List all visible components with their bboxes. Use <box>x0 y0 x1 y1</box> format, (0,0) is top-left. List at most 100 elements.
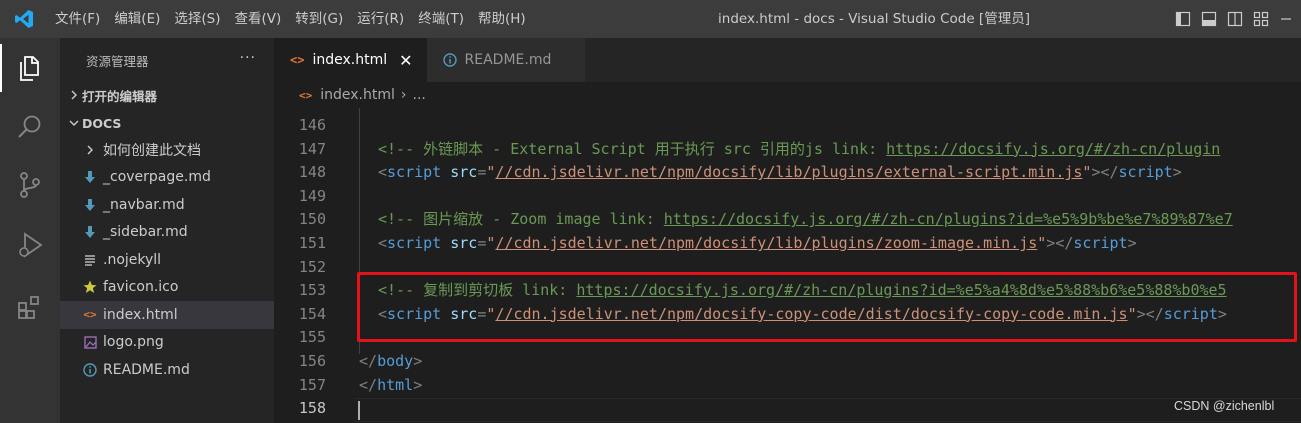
tree-item[interactable]: logo.png <box>60 329 274 357</box>
breadcrumb-more[interactable]: ... <box>413 87 426 103</box>
menu-item[interactable]: 转到(G) <box>288 6 350 32</box>
explorer-icon[interactable] <box>0 44 60 92</box>
tree-item-label: index.html <box>103 306 178 323</box>
run-debug-icon[interactable] <box>0 221 60 269</box>
menu-item[interactable]: 运行(R) <box>350 6 411 32</box>
tree-item[interactable]: <> index.html <box>60 301 274 329</box>
code-editor[interactable]: 146 147 <!-- 外链脚本 - External Script 用于执行 s… <box>274 108 1301 423</box>
workspace-section[interactable]: DOCS <box>60 110 274 136</box>
script-src-value: //cdn.jsdelivr.net/npm/docsify/lib/plugi… <box>495 163 1083 182</box>
tree-item[interactable]: _coverpage.md <box>60 164 274 192</box>
close-icon[interactable]: ✕ <box>399 51 412 70</box>
code-line: 148 <script src="//cdn.jsdelivr.net/npm/d… <box>274 161 1301 185</box>
info-icon <box>442 53 457 67</box>
tree-item[interactable]: 如何创建此文档 <box>60 136 274 164</box>
title-bar: 文件(F) 编辑(E) 选择(S) 查看(V) 转到(G) 运行(R) 终端(T) 帮助(H)… <box>0 0 1301 38</box>
code-line: 151 <script src="//cdn.jsdelivr.net/npm/d… <box>274 232 1301 256</box>
tree-item-label: logo.png <box>103 334 164 351</box>
tab-index-html[interactable]: <> index.html ✕ <box>274 38 427 82</box>
tree-item-label: _sidebar.md <box>103 224 188 241</box>
toggle-panel-icon[interactable] <box>1201 11 1217 27</box>
tree-item[interactable]: .nojekyll <box>60 246 274 274</box>
tag-bracket: > <box>1172 163 1182 182</box>
tag-bracket: ></ <box>1091 163 1119 182</box>
code-line: 157 </html> <box>274 374 1301 398</box>
menu-item[interactable]: 文件(F) <box>48 6 107 32</box>
open-editors-label: 打开的编辑器 <box>82 88 158 104</box>
breadcrumb: <> index.html › ... <box>274 82 1301 108</box>
attribute-name: src <box>441 234 478 252</box>
workspace-label: DOCS <box>82 115 122 131</box>
layout-controls <box>1175 0 1269 38</box>
explorer-sidebar: 资源管理器 ··· 打开的编辑器 DOCS 如何创建此文档 _coverpage.… <box>60 38 274 423</box>
info-icon <box>80 363 100 377</box>
tag-name: script <box>387 163 442 182</box>
tree-item-label: _navbar.md <box>103 196 185 213</box>
line-number: 157 <box>298 375 326 394</box>
watermark: CSDN @zichenlbl <box>1174 399 1275 413</box>
breadcrumb-file[interactable]: index.html <box>320 87 395 103</box>
tag-bracket: </ <box>359 375 378 394</box>
tree-item-label: README.md <box>103 361 190 378</box>
code-text: </html> <box>359 374 422 398</box>
tree-item-label: 如何创建此文档 <box>103 142 201 159</box>
star-icon <box>80 280 100 294</box>
activity-bar <box>0 38 60 423</box>
line-number: 151 <box>298 234 326 252</box>
menu-item[interactable]: 选择(S) <box>167 6 227 32</box>
menu-item[interactable]: 查看(V) <box>228 6 289 32</box>
sidebar-header: 资源管理器 ··· <box>60 38 274 82</box>
customize-layout-icon[interactable] <box>1253 11 1269 27</box>
line-number: 147 <box>298 139 326 158</box>
tab-readme-md[interactable]: README.md <box>426 38 587 82</box>
line-number: 150 <box>298 210 326 229</box>
tag-bracket: </ <box>359 352 378 370</box>
line-number: 152 <box>298 257 326 276</box>
source-control-icon[interactable] <box>0 161 60 209</box>
line-number: 154 <box>298 304 326 323</box>
menu-item[interactable]: 终端(T) <box>411 6 471 32</box>
more-actions-icon[interactable]: ··· <box>240 50 256 66</box>
code-line: 158 <box>274 397 1301 421</box>
extensions-icon[interactable] <box>0 284 60 332</box>
chevron-right-icon <box>80 145 100 155</box>
toggle-secondary-sidebar-icon[interactable] <box>1227 11 1243 27</box>
toggle-primary-sidebar-icon[interactable] <box>1175 11 1191 27</box>
script-src-value: //cdn.jsdelivr.net/npm/docsify/lib/plugi… <box>495 234 1038 252</box>
tag-bracket: > <box>1127 234 1137 252</box>
tab-label: index.html <box>312 52 388 68</box>
editor-tabs: <> index.html ✕ README.md <box>274 38 1301 82</box>
search-icon[interactable] <box>0 103 60 151</box>
menu-item[interactable]: 编辑(E) <box>107 6 167 32</box>
menu-item[interactable]: 帮助(H) <box>471 6 533 32</box>
image-icon <box>80 336 100 349</box>
tree-item[interactable]: _sidebar.md <box>60 219 274 247</box>
window-title: index.html - docs - Visual Studio Code [… <box>718 11 1030 27</box>
code-line: 156 </body> <box>274 350 1301 374</box>
tree-item-label: _coverpage.md <box>103 169 211 186</box>
string-quote: " <box>1037 234 1047 252</box>
line-number: 148 <box>298 163 326 182</box>
chevron-down-icon <box>66 118 82 128</box>
open-editors-section[interactable]: 打开的编辑器 <box>60 82 274 108</box>
file-tree: 如何创建此文档 _coverpage.md _navbar.md _sidebar.m… <box>60 136 274 384</box>
tree-item[interactable]: favicon.ico <box>60 274 274 302</box>
tag-name: script <box>387 234 442 252</box>
minimize-button[interactable] <box>1271 0 1301 38</box>
vscode-logo-icon <box>0 0 48 38</box>
line-number: 149 <box>298 186 326 205</box>
tree-item[interactable]: _navbar.md <box>60 191 274 219</box>
code-text: <script src="//cdn.jsdelivr.net/npm/docs… <box>378 232 1137 256</box>
chevron-right-icon <box>66 90 82 100</box>
tree-item[interactable]: README.md <box>60 356 274 384</box>
line-number: 156 <box>298 352 326 370</box>
tag-bracket: < <box>378 234 388 252</box>
code-line: 147 <!-- 外链脚本 - External Script 用于执行 src … <box>274 138 1301 162</box>
tag-bracket: < <box>378 163 388 182</box>
markdown-icon <box>80 198 100 212</box>
text-file-icon <box>80 254 100 266</box>
tag-name: body <box>377 352 414 370</box>
code-text: <script src="//cdn.jsdelivr.net/npm/docs… <box>378 161 1182 185</box>
html-icon: <> <box>83 308 97 322</box>
tree-item-label: favicon.ico <box>103 279 179 296</box>
